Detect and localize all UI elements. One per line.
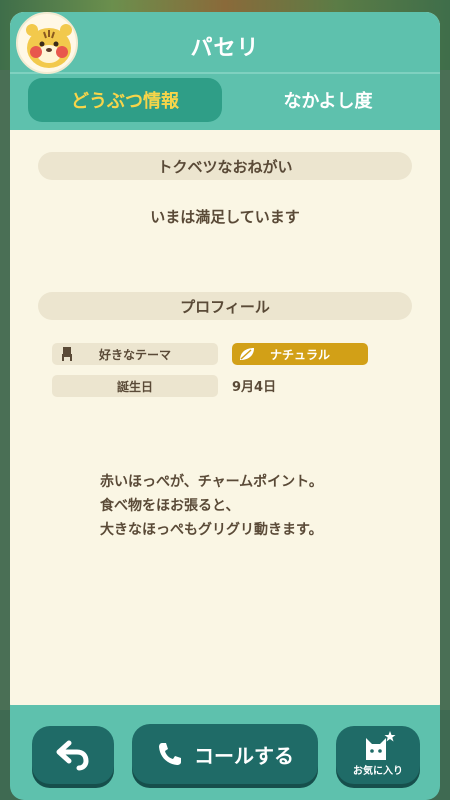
special-request-heading: トクベツなおねがい — [38, 152, 412, 180]
villager-avatar — [16, 12, 78, 74]
favorite-theme-badge: ナチュラル — [232, 343, 368, 365]
description-line-3: 大きなほっぺもグリグリ動きます。 — [100, 522, 323, 538]
villager-info-panel: パセリ どうぶつ情報 なかよし度 トクベツなおねがい いまは満足しています プロ… — [10, 12, 440, 718]
chair-icon — [60, 346, 74, 365]
villager-description: 赤いほっぺが、チャームポイント。 食べ物をほお張ると、 大きなほっぺもグリグリ動… — [100, 470, 420, 542]
description-line-2: 食べ物をほお張ると、 — [100, 498, 240, 514]
back-button[interactable] — [32, 726, 114, 784]
panel-header: パセリ どうぶつ情報 なかよし度 — [10, 12, 440, 130]
villager-avatar-icon — [26, 24, 72, 68]
description-line-1: 赤いほっぺが、チャームポイント。 — [100, 474, 323, 490]
favorite-theme-label-box: 好きなテーマ — [52, 343, 218, 365]
tab-villager-info[interactable]: どうぶつ情報 — [28, 78, 222, 122]
birthday-label: 誕生日 — [116, 379, 153, 394]
cat-star-icon — [360, 730, 396, 766]
call-button[interactable]: コールする — [132, 724, 318, 784]
header-divider — [10, 72, 440, 74]
tab-friendship[interactable]: なかよし度 — [230, 78, 426, 122]
back-arrow-icon — [56, 740, 89, 771]
leaf-icon — [238, 346, 256, 365]
favorite-theme-value: ナチュラル — [269, 347, 330, 362]
profile-heading: プロフィール — [38, 292, 412, 320]
special-request-text: いまは満足しています — [150, 208, 300, 226]
birthday-label-box: 誕生日 — [52, 375, 218, 397]
call-button-label: コールする — [194, 743, 294, 768]
favorite-button[interactable]: お気に入り — [336, 726, 420, 784]
favorite-theme-label: 好きなテーマ — [98, 347, 171, 362]
birthday-value: 9月4日 — [232, 380, 277, 395]
phone-icon — [159, 743, 181, 765]
favorite-button-label: お気に入り — [353, 766, 403, 777]
